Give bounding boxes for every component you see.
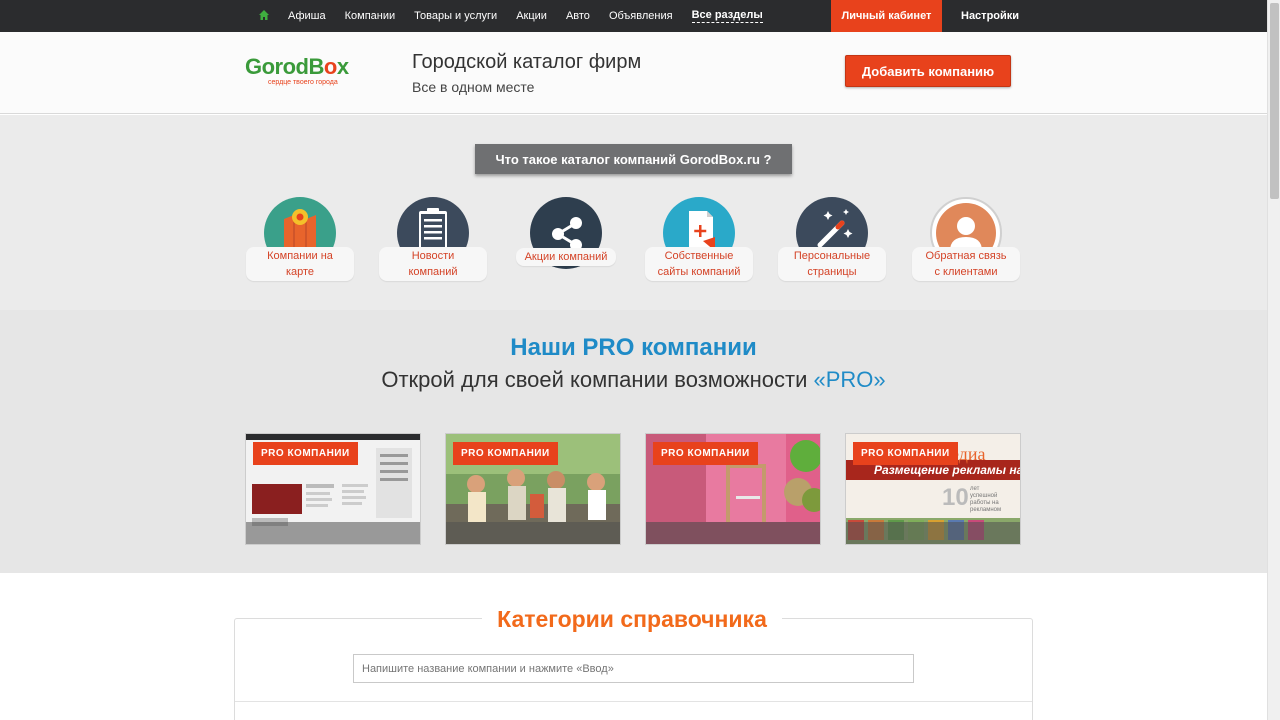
company-search-input[interactable]	[353, 654, 914, 683]
pro-company-card[interactable]: едиа Размещение рекламы на 10 лет успешно…	[845, 433, 1021, 545]
nav-link-companies[interactable]: Компании	[345, 10, 396, 22]
pro-badge: PRO КОМПАНИИ	[453, 442, 558, 465]
feature-label: Обратная связь с клиентами	[912, 247, 1020, 281]
features-section: Что такое каталог компаний GorodBox.ru ?…	[0, 115, 1267, 310]
pro-badge: PRO КОМПАНИИ	[853, 442, 958, 465]
add-company-button[interactable]: Добавить компанию	[845, 55, 1011, 87]
nav-link-afisha[interactable]: Афиша	[288, 10, 326, 22]
card-banner-small: лет успешной работы на рекламном	[970, 486, 1002, 513]
logo-tagline: сердце твоего города	[268, 79, 338, 86]
card-overlay	[846, 522, 1020, 544]
nav-link-promos[interactable]: Акции	[516, 10, 547, 22]
pro-subtitle: Открой для своей компании возможности «P…	[381, 367, 886, 392]
pro-companies-section: Наши PRO компании Открой для своей компа…	[0, 310, 1267, 573]
what-is-catalog-button[interactable]: Что такое каталог компаний GorodBox.ru ?	[475, 144, 792, 174]
categories-title: Категории справочника	[482, 606, 782, 633]
nav-link-goods[interactable]: Товары и услуги	[414, 10, 497, 22]
card-overlay	[646, 522, 820, 544]
nav-link-auto[interactable]: Авто	[566, 10, 590, 22]
scrollbar-thumb[interactable]	[1270, 3, 1279, 199]
feature-label: Акции компаний	[516, 248, 616, 266]
feature-label: Компании на карте	[246, 247, 354, 281]
card-overlay	[246, 522, 420, 544]
feature-personal-pages[interactable]: Персональные страницы	[778, 197, 886, 283]
home-icon[interactable]	[258, 9, 270, 21]
pro-company-card[interactable]: PRO КОМПАНИИ	[245, 433, 421, 545]
feature-label: Собственные сайты компаний	[645, 247, 753, 281]
feature-companies-map[interactable]: Компании на карте	[246, 197, 354, 283]
card-banner-heading: Размещение рекламы на	[874, 463, 1021, 477]
card-overlay	[446, 522, 620, 544]
pro-company-card[interactable]: PRO КОМПАНИИ	[445, 433, 621, 545]
logo-wordmark: GorodBox	[245, 54, 349, 79]
page-subtitle: Все в одном месте	[412, 79, 535, 95]
page-scrollbar[interactable]	[1267, 0, 1280, 720]
site-header: GorodBox сердце твоего города Городской …	[0, 32, 1267, 114]
pro-badge: PRO КОМПАНИИ	[253, 442, 358, 465]
nav-link-all-sections[interactable]: Все разделы	[691, 9, 763, 23]
feature-company-sites[interactable]: Собственные сайты компаний	[645, 197, 753, 283]
personal-cabinet-button[interactable]: Личный кабинет	[831, 0, 942, 32]
feature-company-news[interactable]: Новости компаний	[379, 197, 487, 283]
page-title: Городской каталог фирм	[412, 51, 642, 73]
feature-customer-feedback[interactable]: Обратная связь с клиентами	[912, 197, 1020, 283]
nav-links: Афиша Компании Товары и услуги Акции Авт…	[288, 0, 782, 32]
nav-link-ads[interactable]: Объявления	[609, 10, 673, 22]
pro-company-card[interactable]: PRO КОМПАНИИ	[645, 433, 821, 545]
divider	[235, 701, 1032, 702]
feature-label: Новости компаний	[379, 247, 487, 281]
site-logo[interactable]: GorodBox сердце твоего города	[245, 54, 355, 94]
feature-label: Персональные страницы	[778, 247, 886, 281]
pro-title: Наши PRO компании	[510, 334, 757, 361]
top-nav: Афиша Компании Товары и услуги Акции Авт…	[0, 0, 1267, 32]
feature-company-promos[interactable]: Акции компаний	[512, 197, 620, 283]
pro-badge: PRO КОМПАНИИ	[653, 442, 758, 465]
card-banner-years: 10	[942, 484, 969, 511]
settings-link[interactable]: Настройки	[961, 10, 1019, 22]
